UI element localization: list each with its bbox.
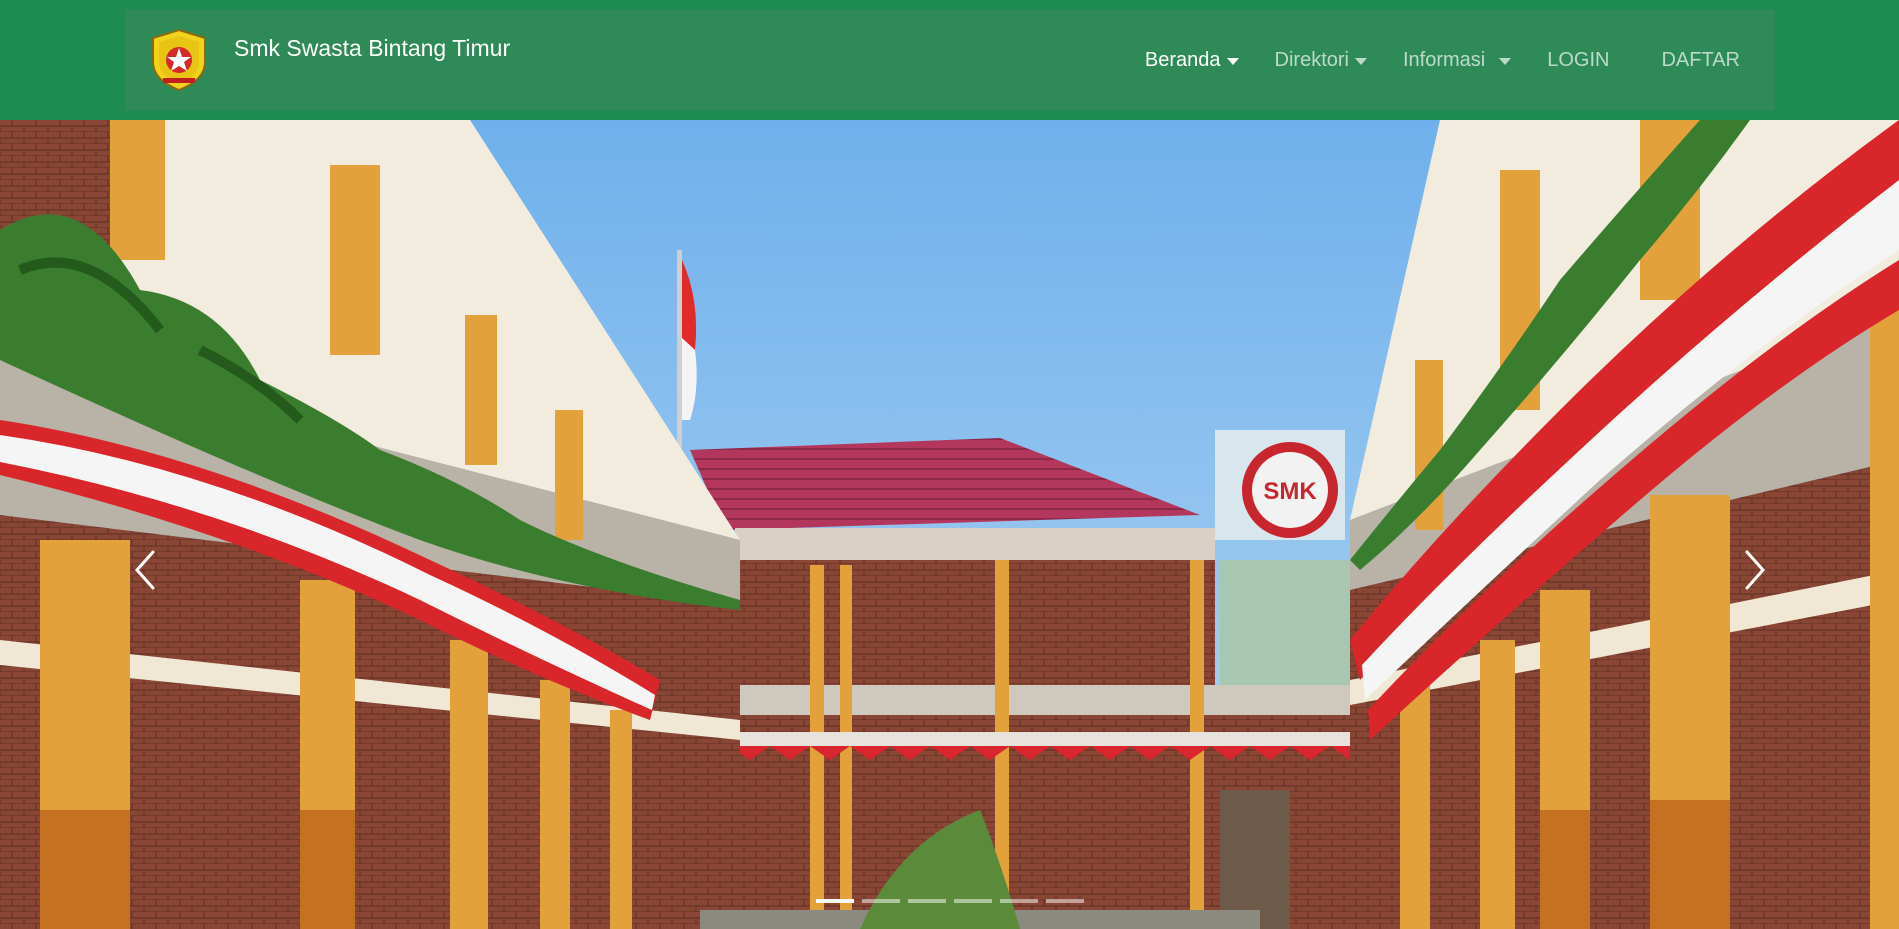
carousel-indicators [816, 895, 1084, 907]
main-nav: Beranda Direktori Informasi LOGIN DAFTAR [1127, 10, 1775, 110]
nav-item-daftar[interactable]: DAFTAR [1627, 40, 1775, 80]
chevron-right-icon [1745, 550, 1766, 590]
hero-carousel: SMK [0, 120, 1899, 929]
nav-item-beranda[interactable]: Beranda [1127, 40, 1257, 80]
nav-label-login: LOGIN [1547, 48, 1610, 71]
carousel-indicator-5[interactable] [1000, 899, 1038, 903]
carousel-indicator-3[interactable] [908, 899, 946, 903]
chevron-left-icon [134, 550, 155, 590]
smk-emblem-text: SMK [1263, 478, 1317, 505]
carousel-indicator-1[interactable] [816, 899, 854, 903]
nav-item-direktori[interactable]: Direktori [1257, 40, 1385, 80]
nav-label-beranda: Beranda [1144, 48, 1221, 71]
school-emblem-icon[interactable] [147, 28, 211, 92]
nav-label-informasi: Informasi [1402, 48, 1486, 71]
carousel-next-button[interactable] [1735, 540, 1775, 600]
nav-item-login[interactable]: LOGIN [1529, 40, 1627, 80]
carousel-indicator-2[interactable] [862, 899, 900, 903]
school-building-photo: SMK [0, 120, 1899, 929]
caret-down-icon [1354, 57, 1367, 65]
header-bar: Smk Swasta Bintang Timur Beranda Direkto… [0, 0, 1899, 120]
nav-item-informasi[interactable]: Informasi [1385, 40, 1529, 80]
caret-down-icon [1226, 57, 1239, 65]
nav-label-direktori: Direktori [1274, 48, 1349, 71]
caret-down-icon [1499, 57, 1512, 65]
carousel-indicator-4[interactable] [954, 899, 992, 903]
carousel-indicator-6[interactable] [1046, 899, 1084, 903]
navbar: Smk Swasta Bintang Timur Beranda Direkto… [125, 10, 1775, 110]
carousel-prev-button[interactable] [125, 540, 165, 600]
nav-label-daftar: DAFTAR [1661, 48, 1740, 71]
brand-name[interactable]: Smk Swasta Bintang Timur [234, 35, 510, 63]
